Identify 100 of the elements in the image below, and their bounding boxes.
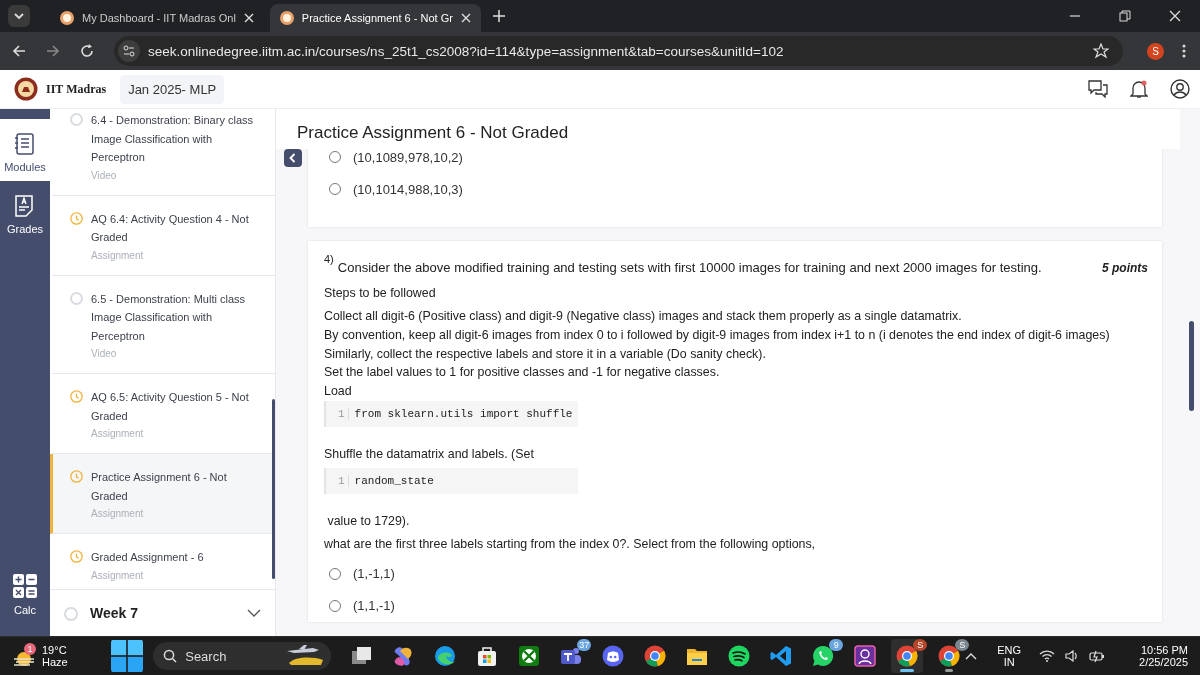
circle-icon: [64, 607, 78, 621]
nav-rail-item[interactable]: Modules: [0, 119, 50, 181]
answer-option[interactable]: (1,-1,1): [324, 558, 1148, 590]
portrait-frame-icon: [854, 645, 877, 667]
paragraph-text: Similarly, collect the respective labels and store it in a variable (Do sanity check).: [324, 345, 767, 363]
paragraph-text: Steps to be followed: [324, 285, 437, 302]
phone-bubble-icon: [812, 645, 835, 667]
answer-option[interactable]: (10,1014,988,10,3): [324, 173, 1148, 205]
sound-waves-circle-icon: [728, 645, 751, 667]
chat-icon[interactable]: [1088, 80, 1108, 98]
windows-icon[interactable]: [111, 639, 144, 673]
question-text: Consider the above modified training and testing sets with first 10000 images for training and next 2000 images for testing.: [337, 259, 1042, 275]
favicon-icon: [279, 11, 294, 25]
code-text: from sklearn.utils import shuffle: [354, 408, 573, 420]
sidebar-item[interactable]: 6.5 - Demonstration: Multi class Image Classification with Perceptron Video: [50, 275, 275, 374]
code-text: random_state: [354, 475, 434, 487]
clock-icon: [70, 550, 83, 563]
nav-rail-item[interactable]: Grades: [0, 181, 50, 243]
calculator-button[interactable]: Calc: [0, 560, 50, 636]
clock-icon: [70, 211, 83, 225]
language-indicator[interactable]: ENG IN: [997, 644, 1022, 668]
calculator-icon: [13, 574, 37, 598]
speaker-icon[interactable]: [1065, 650, 1080, 662]
angle-ribbon-icon: [770, 645, 793, 667]
radio-button[interactable]: [329, 183, 341, 195]
controller-face-icon: [602, 645, 625, 667]
paragraph-text: Collect all digit-6 (Positive class) and digit-9 (Negative class) images and stack them properly as a single datamatrix.: [324, 308, 963, 325]
menu-icon[interactable]: [1182, 44, 1186, 58]
item-title: AQ 6.4: Activity Question 4 - Not Graded: [91, 211, 250, 245]
week-title: Week 7: [90, 605, 138, 621]
course-chip[interactable]: Jan 2025- MLP: [120, 74, 225, 104]
question-number: 4): [324, 253, 334, 265]
tab-search-icon[interactable]: [8, 5, 30, 27]
item-title: Practice Assignment 6 - Not Graded: [91, 470, 228, 504]
forward-icon[interactable]: [46, 44, 60, 58]
temperature-text: 19°C: [42, 644, 68, 656]
search-box[interactable]: Search: [153, 642, 332, 670]
url-text: seek.onlinedegree.iitm.ac.in/courses/ns_25t1_cs2008?id=114&type=assignment&tab=courses&unitId=102: [148, 43, 784, 59]
points-label: 5 points: [1102, 261, 1148, 275]
paragraph-text: Load: [324, 383, 353, 401]
notification-badge: 37: [577, 639, 592, 651]
sidebar-item[interactable]: AQ 6.4: Activity Question 4 - Not Graded Assignment: [50, 195, 275, 276]
weather-widget[interactable]: 1 19°C Haze: [12, 639, 112, 673]
page-title: Practice Assignment 6 - Not Graded: [276, 109, 1180, 149]
sidebar-item[interactable]: 6.4 - Demonstration: Binary class Image Classification with Perceptron Video: [50, 109, 275, 196]
radio-button[interactable]: [329, 151, 341, 163]
item-title: AQ 6.5: Activity Question 5 - Not Graded: [91, 390, 250, 424]
chevron-up-icon[interactable]: [965, 652, 978, 660]
browser-tab[interactable]: Practice Assignment 6 - Not Gr: [269, 4, 481, 32]
bell-icon[interactable]: [1130, 79, 1148, 99]
close-icon[interactable]: [243, 13, 254, 23]
address-bar[interactable]: seek.onlinedegree.iitm.ac.in/courses/ns_25t1_cs2008?id=114&type=assignment&tab=courses&unitId=102: [114, 36, 1123, 66]
sidebar-item[interactable]: Practice Assignment 6 - Not Graded Assignment: [50, 454, 275, 534]
radio-button[interactable]: [329, 568, 341, 580]
answer-option[interactable]: (10,1089,978,10,2): [324, 149, 1148, 173]
battery-icon[interactable]: [1089, 649, 1106, 663]
paragraph-text: Set the label values to 1 for positive classes and -1 for negative classes.: [324, 364, 721, 382]
paragraph-text: what are the first three labels starting from the index 0?. Select from the following options,: [324, 536, 817, 553]
tricolor-circle-icon: [644, 645, 667, 667]
site-settings-icon: [118, 40, 140, 62]
scrollbar-thumb[interactable]: [272, 399, 275, 579]
circle-icon: [70, 113, 83, 126]
close-icon[interactable]: [1169, 10, 1181, 22]
collapse-icon[interactable]: [284, 149, 302, 167]
line-number: 1: [338, 475, 349, 487]
item-title: 6.5 - Demonstration: Multi class Image Classification with Perceptron: [91, 291, 247, 344]
clock-icon: [70, 390, 83, 403]
item-type: Assignment: [91, 569, 145, 581]
paragraph-text: By convention, keep all digit-6 images from index 0 to i followed by digit-9 images from index i+1 to n (i denotes the end index of digit-6 images): [324, 326, 1111, 344]
back-icon[interactable]: [12, 44, 26, 58]
reload-icon[interactable]: [80, 44, 94, 58]
notebook-icon: [14, 133, 36, 155]
item-type: Assignment: [91, 508, 145, 519]
favicon-icon: [60, 11, 74, 25]
paragraph-text: value to 1729).: [326, 513, 411, 530]
line-number: 1: [338, 408, 349, 420]
tab-title: Practice Assignment 6 - Not Gr: [301, 12, 453, 24]
star-icon[interactable]: [1093, 43, 1109, 59]
wifi-icon[interactable]: [1039, 650, 1056, 662]
scrollbar-thumb[interactable]: [1189, 321, 1194, 411]
taskbar-button[interactable]: S: [891, 639, 924, 673]
stacked-windows-icon: [350, 645, 373, 667]
answer-option[interactable]: (1,1,-1): [324, 590, 1148, 622]
radio-button[interactable]: [329, 600, 341, 612]
document-icon: [14, 195, 36, 217]
swirl-circle-icon: [434, 645, 457, 667]
shopping-bag-icon: [476, 645, 499, 667]
tricolor-circle-icon: [938, 645, 961, 667]
close-icon[interactable]: [460, 13, 471, 23]
account-icon[interactable]: [1170, 79, 1190, 99]
item-title: Graded Assignment - 6: [91, 550, 204, 565]
new-tab-icon[interactable]: [492, 10, 505, 22]
clock[interactable]: 10:56 PM 2/25/2025: [1139, 644, 1188, 668]
restore-icon[interactable]: [1119, 10, 1131, 22]
brand-name[interactable]: IIT Madras: [46, 81, 107, 97]
browser-tab[interactable]: My Dashboard - IIT Madras Onl: [50, 4, 264, 32]
clock-icon: [70, 470, 83, 483]
notification-badge: S: [955, 639, 970, 651]
profile-avatar[interactable]: S: [1147, 42, 1164, 60]
emblem-icon: [14, 77, 38, 101]
